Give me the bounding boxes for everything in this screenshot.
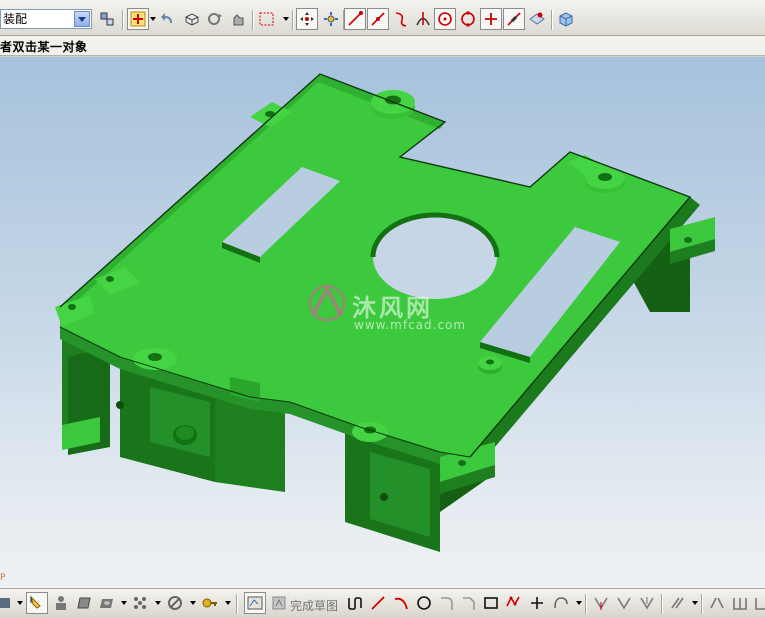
profile-icon[interactable] xyxy=(50,592,72,614)
nx-modeling-window: 装配 者双击某一对象 沐风网 www.mfcad.com P 完成草图 xyxy=(0,0,765,618)
mid-point-icon[interactable] xyxy=(367,8,389,30)
quadrant-icon[interactable] xyxy=(457,8,479,30)
assembly-navigator-icon[interactable] xyxy=(96,8,118,30)
mirror-curve-icon[interactable] xyxy=(706,592,728,614)
circle-icon[interactable] xyxy=(413,592,435,614)
select-box-icon[interactable] xyxy=(256,8,278,30)
key-icon[interactable] xyxy=(199,592,221,614)
polygon-icon[interactable] xyxy=(503,592,525,614)
point-on-face-icon[interactable] xyxy=(526,8,548,30)
finish-sketch-button[interactable]: 完成草图 xyxy=(290,597,338,614)
studio-spline-icon[interactable] xyxy=(550,592,572,614)
view-cube-icon[interactable] xyxy=(555,8,577,30)
sketch-palette-icon[interactable] xyxy=(244,592,266,614)
fillet-icon[interactable] xyxy=(436,592,458,614)
application-combo[interactable]: 装配 xyxy=(0,9,92,29)
control-point-icon[interactable] xyxy=(390,8,412,30)
make-corner-icon[interactable] xyxy=(636,592,658,614)
snap-point-icon[interactable] xyxy=(127,8,149,30)
profile-line-icon[interactable] xyxy=(344,592,366,614)
fit-view-icon[interactable] xyxy=(181,8,203,30)
trim-icon[interactable] xyxy=(590,592,612,614)
rotate-icon[interactable] xyxy=(204,8,226,30)
pattern-icon[interactable] xyxy=(96,592,118,614)
constraint-icon[interactable] xyxy=(729,592,751,614)
intersection-icon[interactable] xyxy=(412,8,434,30)
application-combo-value: 装配 xyxy=(3,12,28,26)
point-constructor-icon[interactable] xyxy=(320,8,342,30)
point-icon[interactable] xyxy=(526,592,548,614)
end-point-icon[interactable] xyxy=(344,8,366,30)
extend-icon[interactable] xyxy=(613,592,635,614)
finish-sketch-flag-icon[interactable] xyxy=(268,592,290,614)
bottom-toolbar: 完成草图 xyxy=(0,588,765,618)
arc-icon[interactable] xyxy=(390,592,412,614)
rectangle-icon[interactable] xyxy=(480,592,502,614)
offset-curve-icon[interactable] xyxy=(667,592,689,614)
pan-icon[interactable] xyxy=(227,8,249,30)
wcs-label: P xyxy=(0,573,6,583)
no-entry-icon[interactable] xyxy=(164,592,186,614)
face-icon[interactable] xyxy=(73,592,95,614)
undo-icon[interactable] xyxy=(157,8,179,30)
line-icon[interactable] xyxy=(367,592,389,614)
inferred-point-icon[interactable] xyxy=(296,8,318,30)
existing-point-icon[interactable] xyxy=(480,8,502,30)
component-icon[interactable] xyxy=(26,592,48,614)
cue-line-text: 者双击某一对象 xyxy=(0,40,88,54)
top-toolbar: 装配 xyxy=(0,0,765,36)
select-arrow-icon[interactable] xyxy=(0,592,16,614)
pattern-icon[interactable] xyxy=(129,592,151,614)
point-on-curve-icon[interactable] xyxy=(503,8,525,30)
arc-center-icon[interactable] xyxy=(434,8,456,30)
cue-line: 者双击某一对象 xyxy=(0,36,765,56)
chamfer-icon[interactable] xyxy=(458,592,480,614)
chevron-down-icon[interactable] xyxy=(74,11,90,27)
watermark-url: www.mfcad.com xyxy=(354,318,467,332)
constraint-icon[interactable] xyxy=(751,592,765,614)
graphics-viewport[interactable]: 沐风网 www.mfcad.com P xyxy=(0,57,765,588)
